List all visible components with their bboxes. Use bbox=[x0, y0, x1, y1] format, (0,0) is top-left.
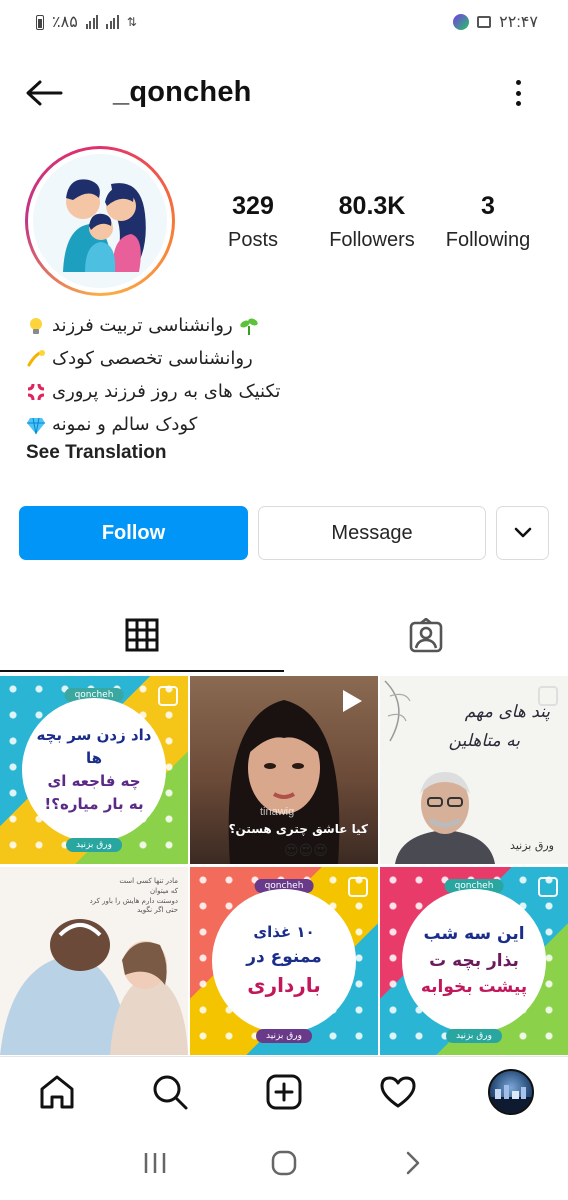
back-button[interactable] bbox=[22, 76, 66, 110]
post-text-card: داد زدن سر بچه ها چه فاجعه ای به بار میا… bbox=[22, 698, 166, 842]
recent-apps-button[interactable] bbox=[130, 1138, 180, 1188]
post-footer: ورق بزنید bbox=[510, 839, 554, 852]
back-arrow-icon bbox=[26, 80, 63, 106]
bio-line: تکنیک های به روز فرزند پروری bbox=[26, 375, 306, 408]
post-thumbnail[interactable]: qoncheh ۱۰ غذای ممنوع در بارداری ورق بزن… bbox=[190, 867, 378, 1055]
nav-create[interactable] bbox=[256, 1064, 312, 1120]
post-footer: ورق بزنید bbox=[446, 1029, 502, 1043]
posts-label: Posts bbox=[227, 229, 279, 251]
more-options-button[interactable] bbox=[506, 78, 530, 108]
anger-icon bbox=[27, 383, 45, 400]
signal-icon bbox=[85, 15, 99, 29]
followers-label: Followers bbox=[329, 229, 415, 251]
profile-bio: روانشناسی تربیت فرزند روانشناسی تخصصی کو… bbox=[26, 309, 306, 441]
data-arrows-icon: ⇅ bbox=[126, 15, 137, 29]
profile-header: _qoncheh bbox=[0, 64, 568, 122]
battery-icon bbox=[36, 14, 44, 30]
multi-post-icon bbox=[348, 877, 368, 897]
multi-post-icon bbox=[538, 877, 558, 897]
post-footer: ورق بزنید bbox=[256, 1029, 312, 1043]
posts-grid: qoncheh داد زدن سر بچه ها چه فاجعه ای به… bbox=[0, 676, 568, 1056]
bottom-navigation bbox=[0, 1056, 568, 1126]
search-icon bbox=[153, 1075, 188, 1109]
post-text-card: این سه شب بذار بچه ت پیشت بخوابه bbox=[402, 889, 546, 1033]
profile-tabs bbox=[0, 600, 568, 672]
clock: ۲۲:۴۷ bbox=[499, 14, 538, 31]
posts-count: 329 bbox=[232, 192, 274, 220]
seedling-icon bbox=[239, 318, 258, 335]
add-post-icon bbox=[266, 1074, 302, 1109]
post-watermark: tinawig bbox=[260, 806, 295, 818]
post-thumbnail[interactable]: پند های مهم به متاهلین ورق بزنید bbox=[380, 676, 568, 864]
post-thumbnail[interactable]: tinawig کیا عاشق چتری هستن؟ 😍😍😍 bbox=[190, 676, 378, 864]
app-notification-icon bbox=[453, 14, 470, 30]
bio-text: تکنیک های به روز فرزند پروری bbox=[52, 381, 281, 402]
image-notification-icon bbox=[477, 16, 492, 28]
signal-icon-2 bbox=[106, 15, 119, 29]
post-title: پند های مهم به متاهلین bbox=[448, 702, 550, 751]
system-navigation-bar bbox=[0, 1126, 568, 1200]
lightbulb-icon bbox=[30, 317, 42, 334]
system-home-button[interactable] bbox=[259, 1138, 309, 1188]
tagged-user-icon bbox=[409, 618, 443, 653]
post-thumbnail[interactable]: qoncheh داد زدن سر بچه ها چه فاجعه ای به… bbox=[0, 676, 188, 864]
stat-posts[interactable]: 329 Posts bbox=[212, 192, 294, 252]
profile-avatar[interactable] bbox=[25, 146, 175, 296]
following-count: 3 bbox=[481, 192, 495, 220]
reaction-emojis: 😍😍😍 bbox=[284, 842, 328, 858]
tab-tagged[interactable] bbox=[284, 600, 568, 672]
follow-button[interactable]: Follow bbox=[19, 506, 248, 560]
bio-text: کودک سالم و نمونه bbox=[52, 414, 198, 435]
home-icon bbox=[40, 1075, 74, 1108]
nav-activity[interactable] bbox=[370, 1064, 426, 1120]
bio-line: روانشناسی تربیت فرزند bbox=[26, 309, 306, 342]
post-footer: ورق بزنید bbox=[66, 838, 122, 852]
status-left: ٪۸۵ ⇅ bbox=[36, 12, 137, 32]
chevron-right-icon bbox=[407, 1151, 420, 1175]
profile-avatar-small bbox=[488, 1068, 535, 1115]
recent-apps-icon bbox=[144, 1153, 165, 1173]
bio-line: روانشناسی تخصصی کودک bbox=[26, 342, 306, 375]
following-label: Following bbox=[445, 229, 531, 251]
nav-profile[interactable] bbox=[483, 1064, 539, 1120]
mother-child-illustration bbox=[0, 919, 188, 1055]
grid-icon bbox=[125, 618, 159, 652]
multi-post-icon bbox=[158, 686, 178, 706]
post-caption: کیا عاشق چتری هستن؟ bbox=[228, 822, 368, 836]
status-right: ۲۲:۴۷ bbox=[453, 12, 538, 32]
home-button-icon bbox=[271, 1150, 297, 1176]
city-night-thumbnail bbox=[490, 1084, 533, 1113]
see-translation-link[interactable]: See Translation bbox=[26, 442, 166, 464]
message-button[interactable]: Message bbox=[258, 506, 486, 560]
bio-text: روانشناسی تربیت فرزند bbox=[52, 315, 233, 336]
stat-following[interactable]: 3 Following bbox=[436, 192, 540, 252]
tab-posts-grid[interactable] bbox=[0, 600, 284, 672]
elder-portrait bbox=[395, 772, 495, 864]
bio-text: روانشناسی تخصصی کودک bbox=[52, 348, 253, 369]
family-illustration-icon bbox=[33, 154, 167, 288]
profile-username: _qoncheh bbox=[113, 76, 252, 108]
leaf-decoration-icon bbox=[384, 680, 411, 742]
dizzy-icon bbox=[27, 349, 45, 366]
post-thumbnail[interactable]: qoncheh این سه شب بذار بچه ت پیشت بخوابه… bbox=[380, 867, 568, 1055]
nav-search[interactable] bbox=[142, 1064, 198, 1120]
bio-line: کودک سالم و نمونه bbox=[26, 408, 306, 441]
stat-followers[interactable]: 80.3K Followers bbox=[320, 192, 424, 252]
post-text-card: ۱۰ غذای ممنوع در بارداری bbox=[212, 889, 356, 1033]
status-bar: ٪۸۵ ⇅ ۲۲:۴۷ bbox=[0, 0, 568, 44]
followers-count: 80.3K bbox=[338, 192, 406, 220]
system-back-button[interactable] bbox=[388, 1138, 438, 1188]
gem-icon bbox=[27, 417, 45, 434]
heart-icon bbox=[380, 1076, 416, 1107]
post-thumbnail[interactable]: مادر تنها کسی است که میتوان دوستت دارم ه… bbox=[0, 867, 188, 1055]
chevron-down-icon bbox=[514, 527, 531, 538]
suggested-dropdown-button[interactable] bbox=[496, 506, 549, 560]
nav-home[interactable] bbox=[29, 1064, 85, 1120]
battery-percent: ٪۸۵ bbox=[52, 14, 78, 31]
